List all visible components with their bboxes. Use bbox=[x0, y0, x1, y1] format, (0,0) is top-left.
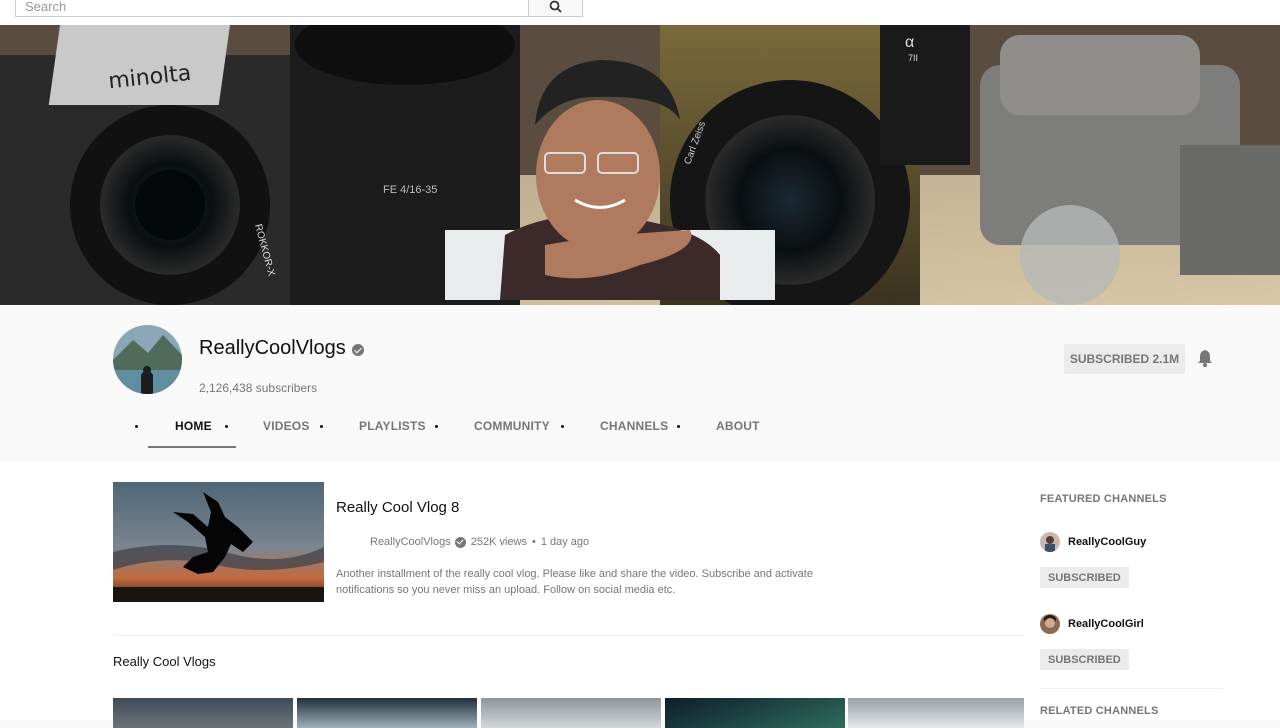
featured-video-age: 1 day ago bbox=[540, 536, 590, 548]
alpha-logo: α bbox=[905, 34, 914, 51]
featured-channel-subscribe-button[interactable]: SUBSCRIBED bbox=[1040, 649, 1129, 670]
top-bar: Search bbox=[0, 0, 1280, 25]
featured-video-channel[interactable]: ReallyCoolVlogs bbox=[370, 536, 451, 548]
alpha-camera: α 7II bbox=[880, 25, 970, 165]
featured-channel[interactable]: ReallyCoolGuy bbox=[1040, 531, 1146, 553]
tab-about[interactable]: ABOUT bbox=[716, 419, 760, 433]
search-icon bbox=[549, 0, 562, 13]
tab-videos[interactable]: VIDEOS bbox=[263, 419, 310, 433]
channel-avatar[interactable] bbox=[113, 325, 182, 394]
verified-icon bbox=[351, 343, 364, 356]
featured-channel-avatar[interactable] bbox=[1040, 532, 1060, 552]
featured-channel-name[interactable]: ReallyCoolGirl bbox=[1068, 618, 1144, 630]
featured-channel-name[interactable]: ReallyCoolGuy bbox=[1068, 536, 1146, 548]
shelf-title[interactable]: Really Cool Vlogs bbox=[113, 654, 216, 669]
channel-name-text: ReallyCoolVlogs bbox=[199, 337, 346, 359]
minolta-camera: minolta ROKKOR-X bbox=[0, 25, 300, 305]
section-divider bbox=[113, 635, 1024, 636]
sidebar-divider bbox=[1040, 688, 1223, 689]
featured-video-meta: ReallyCoolVlogs 252K views • 1 day ago bbox=[370, 536, 589, 548]
shelf-video-thumbnail[interactable] bbox=[113, 698, 293, 728]
featured-video-views: 252K views bbox=[470, 536, 527, 548]
channel-title: ReallyCoolVlogs bbox=[199, 337, 364, 360]
channel-header: ReallyCoolVlogs 2,126,438 subscribers SU… bbox=[0, 305, 1280, 462]
featured-video-thumbnail[interactable] bbox=[113, 482, 324, 602]
lens-label: FE 4/16-35 bbox=[383, 184, 437, 196]
featured-video-description: Another installment of the really cool v… bbox=[336, 568, 813, 596]
tab-separator bbox=[435, 425, 438, 428]
related-channels-heading: RELATED CHANNELS bbox=[1040, 705, 1159, 717]
shelf-video-thumbnail[interactable] bbox=[665, 698, 845, 728]
shelf-video-thumbnail[interactable] bbox=[848, 698, 1024, 728]
tab-separator bbox=[320, 425, 323, 428]
tab-channels[interactable]: CHANNELS bbox=[600, 419, 668, 433]
featured-channel-subscribe-button[interactable]: SUBSCRIBED bbox=[1040, 567, 1129, 588]
shelf-video-thumbnail[interactable] bbox=[481, 698, 661, 728]
shelf-video-thumbnail[interactable] bbox=[297, 698, 477, 728]
main-content: Really Cool Vlog 8 ReallyCoolVlogs 252K … bbox=[0, 462, 1280, 728]
tab-separator bbox=[135, 425, 138, 428]
tab-separator bbox=[561, 425, 564, 428]
verified-icon bbox=[454, 536, 466, 548]
subscriber-count: 2,126,438 subscribers bbox=[199, 381, 318, 395]
search-button[interactable] bbox=[528, 0, 583, 17]
featured-channel[interactable]: ReallyCoolGirl bbox=[1040, 613, 1144, 635]
channel-tabs: HOME VIDEOS PLAYLISTS COMMUNITY CHANNELS… bbox=[0, 411, 1280, 451]
featured-channel-avatar[interactable] bbox=[1040, 614, 1060, 634]
tab-playlists[interactable]: PLAYLISTS bbox=[359, 419, 426, 433]
search-input[interactable]: Search bbox=[15, 0, 529, 17]
bell-icon[interactable] bbox=[1197, 349, 1213, 367]
channel-banner: minolta ROKKOR-X FE 4/16-35 Carl Zeiss α… bbox=[0, 25, 1280, 305]
alpha-model: 7II bbox=[908, 53, 918, 63]
featured-video-title[interactable]: Really Cool Vlog 8 bbox=[336, 499, 459, 516]
meta-separator: • bbox=[531, 536, 536, 548]
tab-separator bbox=[677, 425, 680, 428]
subscribe-button[interactable]: SUBSCRIBED 2.1M bbox=[1064, 344, 1185, 374]
tab-home[interactable]: HOME bbox=[175, 419, 212, 433]
featured-channels-heading: FEATURED CHANNELS bbox=[1040, 493, 1167, 505]
active-tab-indicator bbox=[148, 446, 236, 448]
tab-community[interactable]: COMMUNITY bbox=[474, 419, 550, 433]
tab-separator bbox=[225, 425, 228, 428]
